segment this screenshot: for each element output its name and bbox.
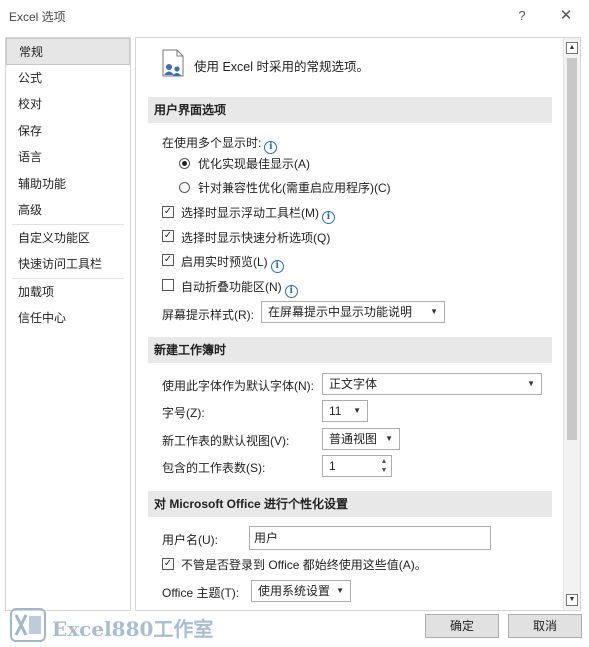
general-title: 使用 Excel 时采用的常规选项。 [194,60,370,74]
scrollbar-thumb[interactable] [567,58,577,440]
default-font-label: 使用此字体作为默认字体(N): [162,379,314,393]
collapse-ribbon-label: 自动折叠功能区(N) i [181,278,298,298]
nav-item-quick-access-toolbar[interactable]: 快速访问工具栏 [6,251,130,278]
default-view-select[interactable]: 普通视图 ▼ [322,428,400,450]
nav-item-general[interactable]: 常规 [6,38,130,65]
chevron-down-icon: ▼ [527,379,535,388]
nav-item-save[interactable]: 保存 [6,118,130,145]
chevron-down-icon: ▼ [336,586,344,595]
close-button[interactable]: ✕ [556,6,576,26]
nav-item-customize-ribbon[interactable]: 自定义功能区 [6,225,130,252]
sheet-count-spinner[interactable]: 1 ▲ ▼ [322,455,392,477]
username-label: 用户名(U): [162,533,218,547]
default-view-label: 新工作表的默认视图(V): [162,434,290,448]
section-ui-options: 用户界面选项 [148,97,552,123]
checkbox-live-preview[interactable]: ✓ [162,254,174,266]
spinner-arrows-icon[interactable]: ▲ ▼ [379,457,389,475]
username-input[interactable]: 用户 [249,526,491,550]
nav-item-accessibility[interactable]: 辅助功能 [6,171,130,198]
office-theme-select[interactable]: 使用系统设置 ▼ [251,580,351,602]
section-new-workbook: 新建工作簿时 [148,337,552,363]
ok-button[interactable]: 确定 [425,614,499,638]
options-nav: 常规 公式 校对 保存 语言 辅助功能 高级 自定义功能区 快速访问工具栏 加载… [5,37,131,611]
info-icon[interactable]: i [322,211,335,224]
info-icon[interactable]: i [264,141,278,154]
info-icon[interactable]: i [284,285,298,298]
checkbox-collapse-ribbon[interactable] [162,279,174,291]
live-preview-label: 启用实时预览(L) i [181,253,284,273]
office-theme-label: Office 主题(T): [162,586,240,600]
screentip-style-select[interactable]: 在屏幕提示中显示功能说明 ▼ [261,301,445,323]
title-bar: Excel 选项 ? ✕ [0,0,589,32]
nav-item-trust-center[interactable]: 信任中心 [6,305,130,332]
checkbox-mini-toolbar[interactable]: ✓ [162,206,174,218]
font-size-label: 字号(Z): [162,406,205,420]
default-font-select[interactable]: 正文字体 ▼ [322,373,542,395]
nav-item-formulas[interactable]: 公式 [6,65,130,92]
info-icon[interactable]: i [270,260,284,273]
always-use-values-label: 不管是否登录到 Office 都始终使用这些值(A)。 [181,558,427,572]
radio-compatibility-label: 针对兼容性优化(需重启应用程序)(C) [198,181,391,195]
cancel-button[interactable]: 取消 [508,614,582,638]
section-personalize: 对 Microsoft Office 进行个性化设置 [148,491,552,517]
chevron-down-icon: ▼ [430,307,438,316]
checkbox-always-use-values[interactable]: ✓ [162,558,174,570]
radio-compatibility[interactable] [179,182,190,193]
font-size-select[interactable]: 11 ▼ [322,400,368,422]
mini-toolbar-label: 选择时显示浮动工具栏(M) i [181,204,335,224]
vertical-scrollbar[interactable]: ▲ ▼ [563,38,580,610]
screentip-label: 屏幕提示样式(R): [162,308,254,322]
multi-display-label: 在使用多个显示时: i [162,134,278,154]
radio-optimize-label: 优化实现最佳显示(A) [198,157,310,171]
radio-optimize-display[interactable] [179,158,190,169]
options-content: 使用 Excel 时采用的常规选项。 用户界面选项 在使用多个显示时: i 优化实… [135,37,581,611]
scroll-down-icon[interactable]: ▼ [566,594,578,606]
watermark-text: Excel880工作室 [52,617,214,641]
general-options-icon [162,49,184,77]
scroll-up-icon[interactable]: ▲ [566,42,578,54]
sheet-count-label: 包含的工作表数(S): [162,461,266,475]
help-button[interactable]: ? [512,6,532,26]
nav-item-proofing[interactable]: 校对 [6,91,130,118]
watermark-logo-icon [10,608,46,642]
nav-item-advanced[interactable]: 高级 [6,197,130,224]
nav-item-addins[interactable]: 加载项 [6,279,130,306]
checkbox-quick-analysis[interactable]: ✓ [162,230,174,242]
window-title: Excel 选项 [9,10,66,24]
chevron-down-icon: ▼ [353,406,361,415]
quick-analysis-label: 选择时显示快速分析选项(Q) [181,231,331,245]
nav-item-language[interactable]: 语言 [6,144,130,171]
chevron-down-icon: ▼ [385,434,393,443]
